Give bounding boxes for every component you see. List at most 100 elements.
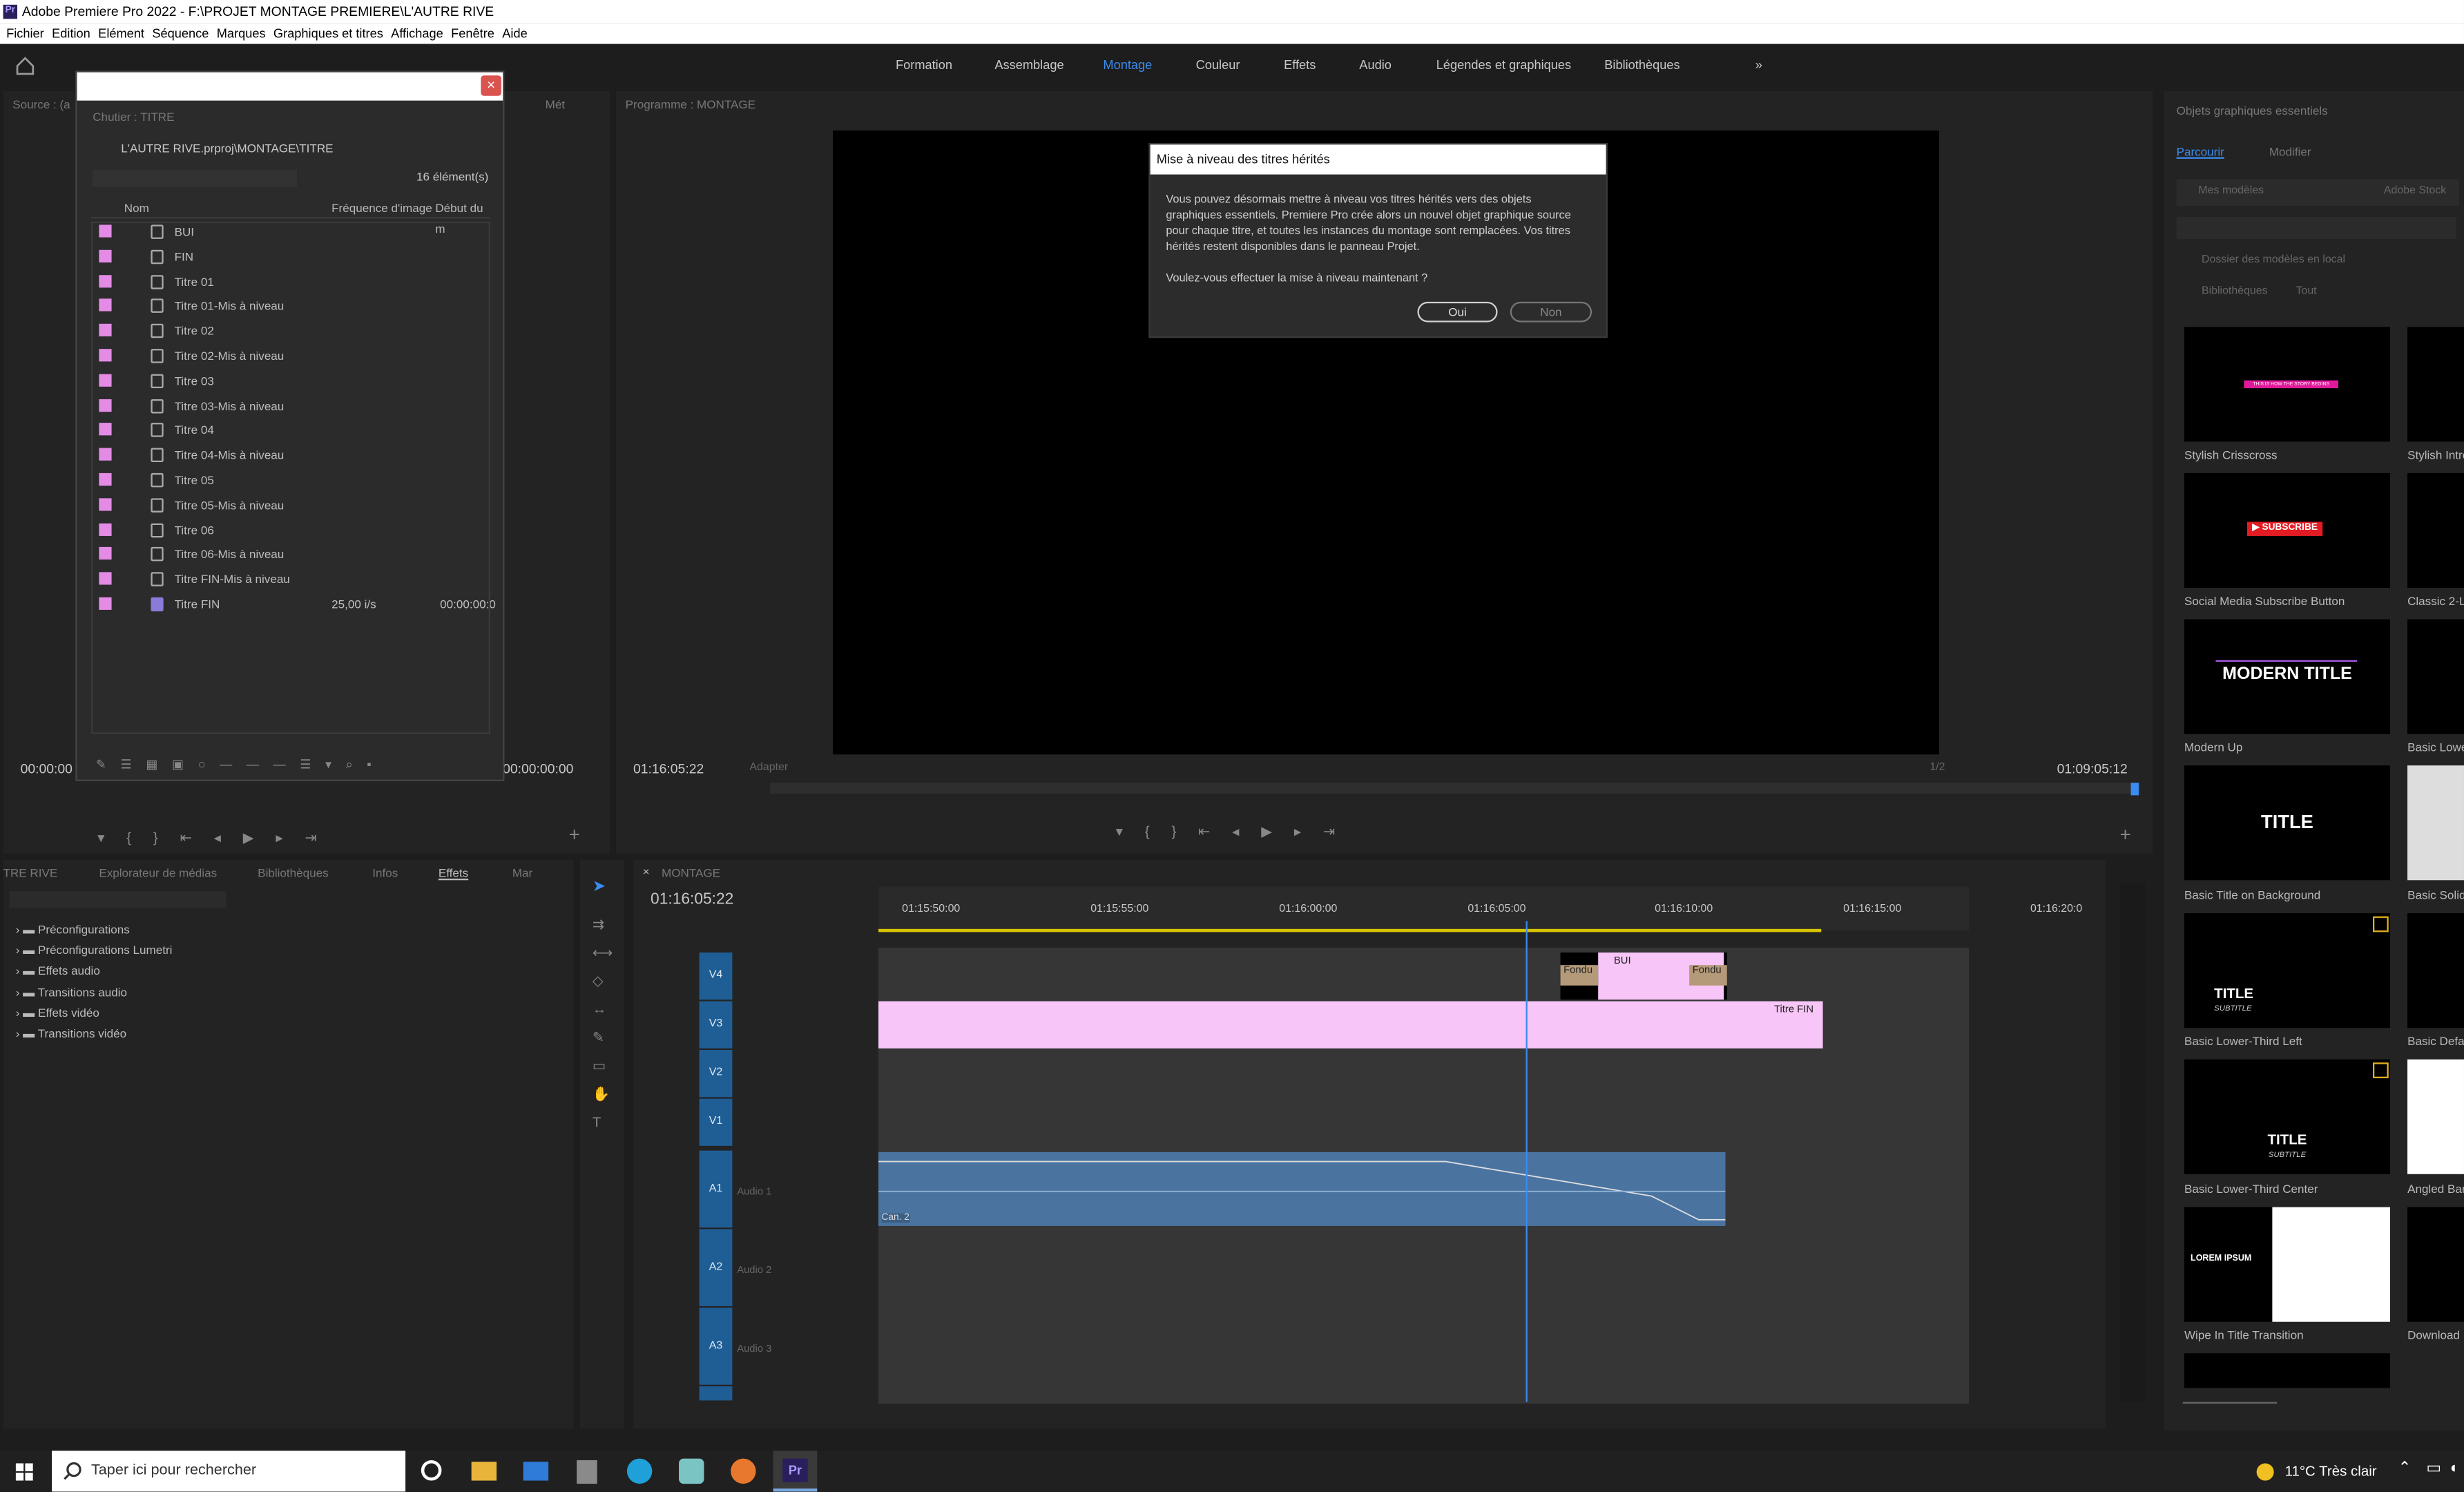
track-label-a4[interactable]	[699, 1386, 733, 1401]
label-color-swatch[interactable]	[99, 522, 112, 536]
add-button-icon[interactable]: +	[569, 823, 580, 845]
bin-item[interactable]: Titre FIN 25,00 i/s 00:00:00:0	[91, 593, 496, 616]
project-tab[interactable]: TRE RIVE	[3, 866, 58, 880]
template-thumb-wipe-in[interactable]: LOREM IPSUM	[2184, 1207, 2391, 1322]
template-thumb-lower-third-left[interactable]: TITLE SUBTITLE	[2184, 913, 2391, 1029]
label-color-swatch[interactable]	[99, 349, 112, 362]
windows-start-icon[interactable]	[15, 1463, 33, 1481]
bin-item[interactable]: Titre 04-Mis à niveau	[91, 443, 490, 467]
info-tab[interactable]: Infos	[372, 866, 398, 880]
source-transport-controls[interactable]: ▾{}⇤◂▶▸⇥	[97, 830, 338, 847]
program-scrubber[interactable]	[769, 783, 2141, 794]
work-area-bar[interactable]	[878, 928, 1822, 932]
label-color-swatch[interactable]	[99, 547, 112, 560]
template-thumb-right[interactable]	[2407, 1207, 2464, 1322]
effects-search-input[interactable]	[9, 891, 227, 909]
libraries-tab[interactable]: Bibliothèques	[258, 866, 329, 880]
track-label-v3[interactable]: V3	[699, 1001, 733, 1049]
essential-graphics-title[interactable]: Objets graphiques essentiels	[2177, 104, 2328, 117]
track-label-v1[interactable]: V1	[699, 1098, 733, 1146]
media-browser-tab[interactable]: Explorateur de médias	[99, 866, 217, 880]
adobe-stock-tab[interactable]: Adobe Stock	[2384, 186, 2446, 197]
weather-icon[interactable]	[2256, 1463, 2274, 1481]
bin-item[interactable]: Titre 06	[91, 518, 490, 542]
template-thumb-right[interactable]	[2407, 327, 2464, 442]
timeline-ruler[interactable]: 01:15:50:00 01:15:55:00 01:16:00:00 01:1…	[878, 886, 1970, 932]
label-color-swatch[interactable]	[99, 423, 112, 437]
tab-parcourir[interactable]: Parcourir	[2177, 144, 2224, 158]
mail-icon[interactable]	[523, 1462, 549, 1481]
template-thumb-stylish-crisscross[interactable]: THIS IS HOW THE STORY BEGINS	[2184, 327, 2391, 442]
label-color-swatch[interactable]	[99, 374, 112, 387]
label-color-swatch[interactable]	[99, 472, 112, 486]
bin-item[interactable]: Titre 03	[91, 369, 490, 392]
template-thumb-right[interactable]	[2407, 619, 2464, 734]
bin-tab[interactable]: Chutier : TITRE	[93, 110, 174, 124]
label-color-swatch[interactable]	[99, 572, 112, 585]
bin-item[interactable]: Titre 04	[91, 419, 490, 442]
no-button[interactable]: Non	[1510, 301, 1592, 323]
workspace-effets[interactable]: Effets	[1284, 58, 1316, 72]
menu-aide[interactable]: Aide	[502, 23, 527, 44]
bin-item[interactable]: Titre 05-Mis à niveau	[91, 493, 490, 517]
tab-modifier[interactable]: Modifier	[2269, 144, 2311, 158]
label-color-swatch[interactable]	[99, 274, 112, 287]
label-color-swatch[interactable]	[99, 497, 112, 511]
transition-fondu-out[interactable]: Fondu	[1689, 965, 1727, 986]
template-search-input[interactable]	[2176, 217, 2456, 239]
effects-folder[interactable]: › ▬ Préconfigurations Lumetri	[16, 940, 173, 961]
workspace-formation[interactable]: Formation	[896, 58, 952, 72]
bin-item[interactable]: Titre 05	[91, 468, 490, 492]
track-label-a1[interactable]: A1	[699, 1150, 733, 1228]
label-color-swatch[interactable]	[99, 249, 112, 262]
column-nom[interactable]: Nom	[124, 198, 149, 219]
bin-item[interactable]: BUI	[91, 220, 490, 244]
network-icon[interactable]: ▭	[2426, 1460, 2441, 1477]
template-thumb-modern-up[interactable]: MODERN TITLE	[2184, 619, 2391, 734]
clip-audio-1[interactable]: Can. 2	[878, 1151, 1726, 1226]
transition-fondu-in[interactable]: Fondu	[1560, 965, 1599, 986]
label-color-swatch[interactable]	[99, 399, 112, 412]
workspace-assemblage[interactable]: Assemblage	[994, 58, 1063, 72]
workspace-overflow-icon[interactable]: »	[1755, 58, 1762, 72]
effects-folder[interactable]: › ▬ Effets vidéo	[16, 1002, 173, 1023]
paint-icon[interactable]	[679, 1458, 704, 1484]
timeline-playhead[interactable]	[1525, 921, 1528, 1402]
clip-titre-fin[interactable]: Titre FIN	[878, 1001, 1823, 1049]
menu-marques[interactable]: Marques	[217, 23, 266, 44]
bin-item[interactable]: Titre 01	[91, 269, 490, 293]
menu-affichage[interactable]: Affichage	[391, 23, 443, 44]
selection-tool-icon[interactable]: ➤	[593, 879, 606, 896]
template-thumb-right[interactable]	[2407, 1059, 2464, 1174]
bin-item[interactable]: Titre FIN-Mis à niveau	[91, 568, 490, 591]
bin-item[interactable]: Titre 06-Mis à niveau	[91, 543, 490, 566]
label-color-swatch[interactable]	[99, 597, 112, 610]
timeline-timecode[interactable]: 01:16:05:22	[651, 891, 733, 908]
firefox-icon[interactable]	[731, 1458, 756, 1484]
timeline-tab[interactable]: MONTAGE	[662, 866, 720, 880]
label-color-swatch[interactable]	[99, 324, 112, 337]
my-templates-tab[interactable]: Mes modèles	[2198, 186, 2264, 197]
workspace-bibliotheques[interactable]: Bibliothèques	[1604, 58, 1679, 72]
timeline-close-icon[interactable]: ×	[643, 865, 650, 879]
markers-tab[interactable]: Mar	[512, 866, 532, 880]
column-fps[interactable]: Fréquence d'image	[331, 198, 432, 219]
edge-icon[interactable]	[626, 1458, 653, 1484]
clip-bui[interactable]: BUI Fondu Fondu	[1560, 952, 1727, 1000]
local-folder-checkbox[interactable]: Dossier des modèles en local	[2202, 255, 2345, 266]
menu-fenetre[interactable]: Fenêtre	[451, 23, 494, 44]
volume-icon[interactable]: ◖	[2448, 1460, 2458, 1477]
libraries-checkbox[interactable]: Bibliothèques	[2202, 286, 2268, 297]
source-tab[interactable]: Source : (a	[12, 97, 70, 111]
bin-footer-tools[interactable]: ✎☰▦▣○———☰▾⌕▪	[96, 758, 385, 774]
menu-fichier[interactable]: Fichier	[6, 23, 44, 44]
track-label-v2[interactable]: V2	[699, 1050, 733, 1098]
label-color-swatch[interactable]	[99, 448, 112, 461]
close-icon[interactable]: ×	[481, 75, 501, 96]
libraries-filter-select[interactable]: Tout	[2296, 286, 2317, 297]
workspace-legendes[interactable]: Légendes et graphiques	[1436, 58, 1571, 72]
bin-item[interactable]: Titre 02	[91, 319, 490, 343]
program-add-button-icon[interactable]: +	[2120, 823, 2131, 845]
template-thumb-subscribe[interactable]: ▶ SUBSCRIBE	[2184, 472, 2391, 589]
bin-item[interactable]: Titre 01-Mis à niveau	[91, 294, 490, 318]
